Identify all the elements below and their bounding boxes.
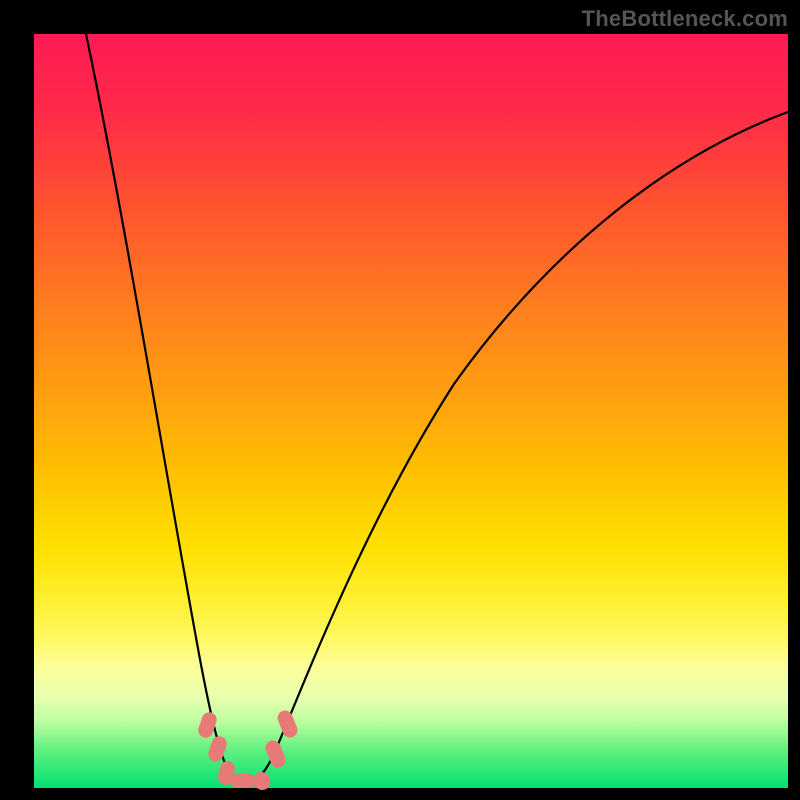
attribution-text: TheBottleneck.com [582, 6, 788, 32]
chart-plot-area [34, 34, 788, 788]
bottleneck-curve [34, 34, 788, 788]
marker-dot [230, 774, 256, 788]
